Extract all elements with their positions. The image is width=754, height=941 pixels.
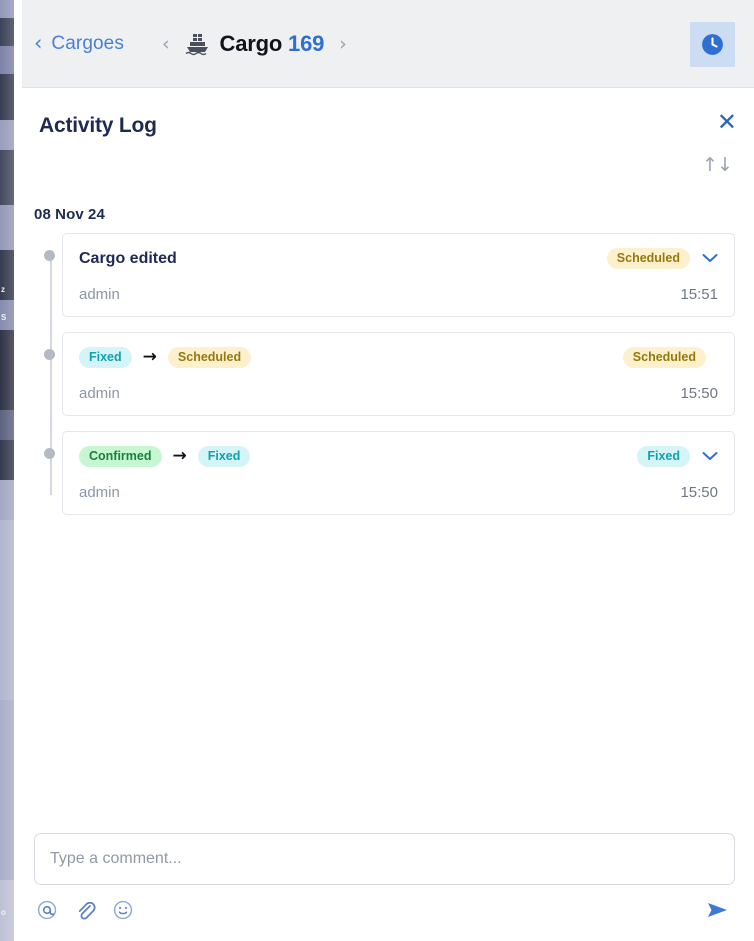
strip-overlay [0, 0, 14, 941]
breadcrumb-next-icon[interactable]: › [339, 33, 347, 55]
breadcrumb-prev-icon[interactable]: ‹ [162, 33, 170, 55]
timeline: Cargo edited Scheduled admin 15:51 Fixed → Sch… [34, 233, 735, 515]
activity-card-bottom: admin 15:50 [79, 484, 718, 501]
send-icon[interactable] [705, 899, 731, 921]
status-badge-current: Scheduled [606, 248, 690, 270]
panel-title: Activity Log [39, 114, 157, 137]
activity-card-status: Scheduled [622, 347, 718, 369]
arrow-right-icon: → [142, 347, 157, 368]
activity-card-status: Fixed [637, 446, 718, 468]
activity-card[interactable]: Cargo edited Scheduled admin 15:51 [62, 233, 735, 317]
activity-card[interactable]: Fixed → Scheduled Scheduled admin 15:50 [62, 332, 735, 416]
arrow-right-icon: → [172, 446, 187, 467]
activity-log-screen: z So ‹ Cargoes ‹ Cargo 169 › Activity Log… [0, 0, 754, 941]
clock-icon [702, 34, 723, 55]
activity-card-top: Confirmed → Fixed Fixed [79, 446, 718, 468]
activity-time: 15:51 [680, 286, 718, 303]
activity-card[interactable]: Confirmed → Fixed Fixed admin 15:50 [62, 431, 735, 515]
timeline-dot [44, 448, 55, 459]
activity-user: admin [79, 385, 120, 402]
chevron-down-icon[interactable] [702, 450, 718, 464]
mention-icon[interactable] [36, 899, 58, 921]
ship-icon [184, 32, 210, 56]
activity-time: 15:50 [680, 385, 718, 402]
activity-card-top: Cargo edited Scheduled [79, 248, 718, 270]
timeline-dot [44, 250, 55, 261]
status-transition: Confirmed → Fixed [79, 446, 251, 468]
status-badge-from: Confirmed [79, 446, 162, 468]
close-icon[interactable]: ✕ [717, 110, 737, 134]
status-badge-from: Fixed [79, 347, 132, 369]
status-transition: Fixed → Scheduled [79, 347, 252, 369]
breadcrumb-back-icon[interactable]: ‹ [34, 33, 42, 54]
status-badge-to: Fixed [197, 446, 251, 468]
activity-log-toggle-button[interactable] [690, 22, 735, 67]
status-badge-current: Fixed [637, 446, 690, 468]
comment-input[interactable] [50, 850, 719, 868]
background-map-strip: z So [0, 0, 14, 941]
sort-row: ↑↓ [22, 138, 754, 176]
breadcrumb-bar: ‹ Cargoes ‹ Cargo 169 › [22, 0, 754, 88]
breadcrumb-parent-link[interactable]: Cargoes [51, 33, 124, 55]
status-badge-to: Scheduled [167, 347, 252, 369]
comment-input-wrapper[interactable] [34, 833, 735, 885]
activity-user: admin [79, 484, 120, 501]
activity-entry: Confirmed → Fixed Fixed admin 15:50 [44, 431, 735, 515]
emoji-icon[interactable] [112, 899, 134, 921]
activity-card-top: Fixed → Scheduled Scheduled [79, 347, 718, 369]
activity-user: admin [79, 286, 120, 303]
activity-log-panel: ‹ Cargoes ‹ Cargo 169 › Activity Log ✕ ↑… [22, 0, 754, 941]
attachment-icon[interactable] [74, 899, 96, 921]
sort-toggle-icon[interactable]: ↑↓ [702, 154, 733, 176]
date-group-header: 08 Nov 24 [34, 206, 105, 223]
map-label: z [1, 285, 5, 294]
comment-composer [22, 833, 754, 941]
activity-log-body: 08 Nov 24 Cargo edited Scheduled admin 15:51… [22, 176, 754, 833]
activity-card-bottom: admin 15:50 [79, 385, 718, 402]
activity-entry: Fixed → Scheduled Scheduled admin 15:50 [44, 332, 735, 416]
entity-label: Cargo [219, 30, 283, 56]
map-label: S [1, 313, 7, 322]
activity-time: 15:50 [680, 484, 718, 501]
activity-card-status: Scheduled [606, 248, 718, 270]
map-label: o [1, 908, 6, 917]
activity-title: Cargo edited [79, 249, 177, 267]
composer-toolbar [34, 899, 735, 921]
timeline-rail [50, 259, 52, 495]
activity-card-bottom: admin 15:51 [79, 286, 718, 303]
entity-number: 169 [288, 30, 325, 56]
panel-gutter [14, 0, 22, 941]
chevron-down-icon[interactable] [702, 252, 718, 266]
timeline-dot [44, 349, 55, 360]
page-title: Cargo 169 [220, 31, 325, 57]
activity-entry: Cargo edited Scheduled admin 15:51 [44, 233, 735, 317]
status-badge-current: Scheduled [622, 347, 706, 369]
composer-tools [36, 899, 134, 921]
panel-header: Activity Log ✕ [22, 88, 754, 138]
